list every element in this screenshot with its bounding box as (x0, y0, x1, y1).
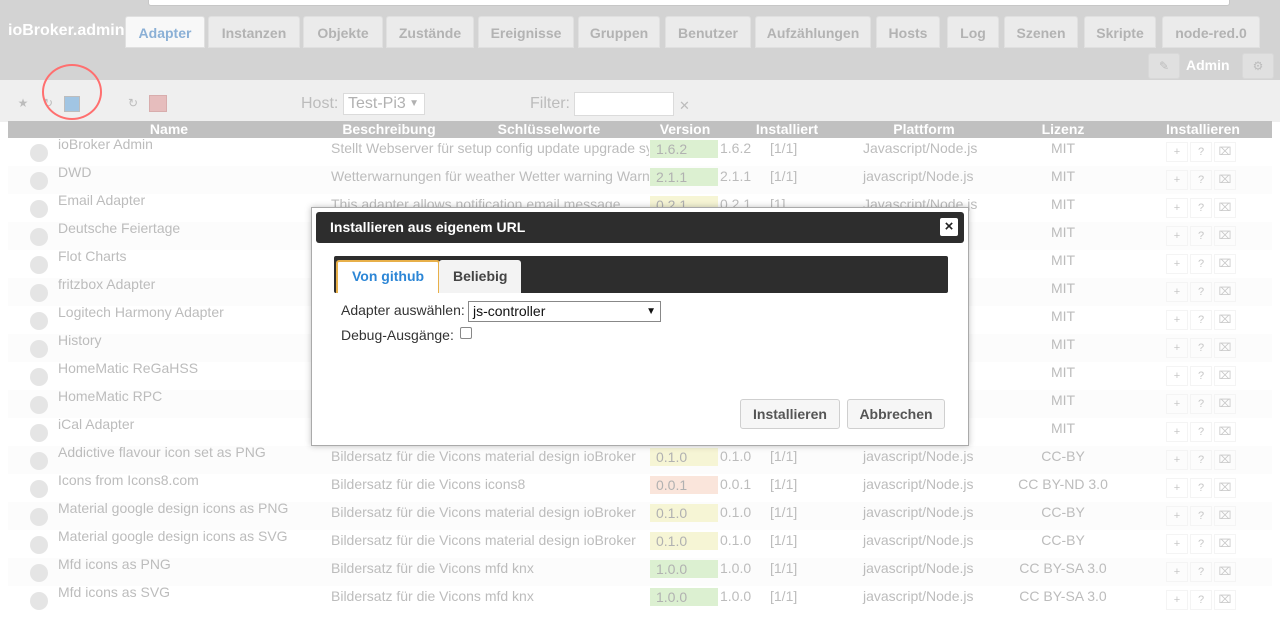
debug-label: Debug-Ausgänge: (341, 327, 454, 343)
adapter-select-value: js-controller (473, 303, 546, 319)
install-button[interactable]: Installieren (740, 399, 840, 429)
dialog-title-bar: Installieren aus eigenem URL × (316, 212, 964, 243)
debug-checkbox[interactable] (460, 327, 472, 339)
adapter-select[interactable]: js-controller ▼ (468, 301, 661, 322)
chevron-down-icon: ▼ (646, 306, 656, 317)
tab-beliebig[interactable]: Beliebig (439, 260, 522, 293)
tab-von-github[interactable]: Von github (336, 260, 441, 293)
adapter-select-label: Adapter auswählen: (341, 302, 465, 318)
install-url-dialog: Installieren aus eigenem URL × Von githu… (311, 207, 969, 446)
close-icon[interactable]: × (940, 218, 958, 236)
dialog-tabs: Von github Beliebig (334, 256, 948, 293)
cancel-button[interactable]: Abbrechen (847, 399, 945, 429)
dialog-title: Installieren aus eigenem URL (330, 219, 526, 235)
